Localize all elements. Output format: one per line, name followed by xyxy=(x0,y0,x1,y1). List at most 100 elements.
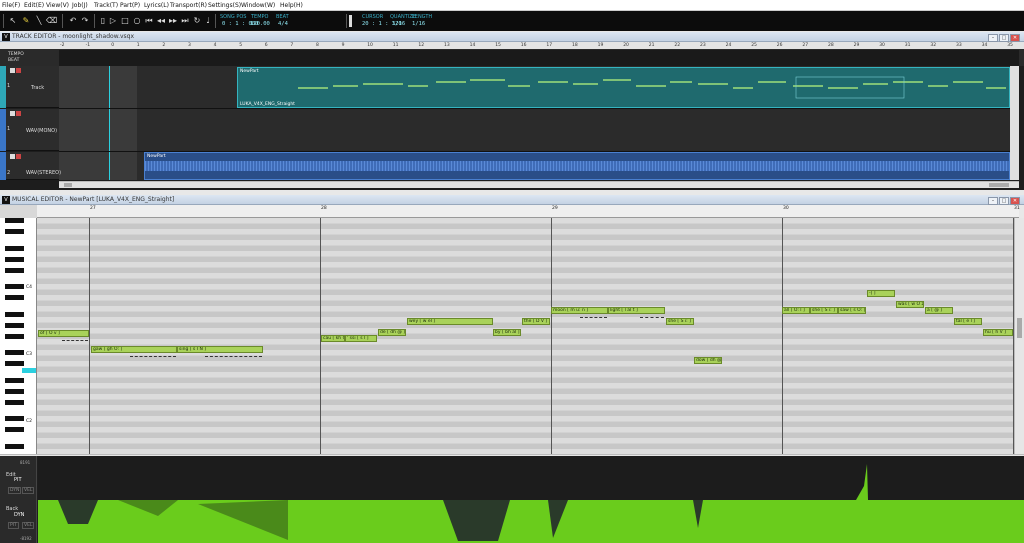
piano-roll-v-scrollbar[interactable] xyxy=(1014,218,1024,454)
menu-file[interactable]: File(F) xyxy=(2,2,20,9)
track-2-name[interactable]: WAV(MONO) xyxy=(26,128,57,134)
menu-job[interactable]: Job(J) xyxy=(72,2,88,9)
menu-settings[interactable]: Settings(S) xyxy=(208,2,241,9)
black-key[interactable] xyxy=(5,361,24,366)
mute-icon[interactable] xyxy=(10,111,15,116)
vel-button[interactable]: VEL xyxy=(22,487,35,494)
wav-part[interactable]: NewPart xyxy=(144,152,1010,180)
menu-window[interactable]: Window(W) xyxy=(241,2,275,9)
black-key[interactable] xyxy=(5,333,24,339)
loop-icon[interactable]: ↻ xyxy=(192,16,202,26)
close-button[interactable]: ✕ xyxy=(1010,34,1020,42)
note[interactable]: the [ D V ] xyxy=(522,318,550,325)
piano-roll[interactable] xyxy=(37,218,1019,454)
mute-icon[interactable] xyxy=(10,154,15,159)
beat-value[interactable]: 4/4 xyxy=(278,21,288,27)
record-icon[interactable]: ○ xyxy=(132,16,142,26)
note[interactable]: tal [ e l ] xyxy=(954,318,982,325)
scroll-thumb[interactable] xyxy=(1017,318,1022,338)
measure-ruler[interactable]: -2 -1 0 1 2 3 4 5 6 7 8 9 10 11 12 13 14 15 16 17 18 19 20 21 22… xyxy=(0,42,1024,49)
menu-lyrics[interactable]: Lyrics(L) xyxy=(144,2,169,9)
tempo-value[interactable]: 120.00 xyxy=(250,21,270,27)
minimize-button[interactable]: – xyxy=(988,34,998,42)
note[interactable]: light [ l aI t ] xyxy=(608,307,665,314)
minimize-button[interactable]: – xyxy=(988,197,998,205)
note[interactable]: gaw [ gh O: ] xyxy=(91,346,177,353)
black-key[interactable] xyxy=(5,350,24,355)
track-1-header[interactable]: 1 Track xyxy=(6,66,59,108)
black-key[interactable] xyxy=(5,256,24,262)
stop-icon[interactable]: □ xyxy=(120,16,130,26)
black-key[interactable] xyxy=(5,284,24,289)
black-key[interactable] xyxy=(5,427,24,432)
black-key[interactable] xyxy=(5,443,24,449)
note[interactable]: was [ w O z ] xyxy=(896,301,924,308)
note[interactable]: of [ O v ] xyxy=(38,330,89,337)
note[interactable]: cau [ kh O: ] xyxy=(321,335,345,342)
edit-param-select[interactable]: PIT xyxy=(14,477,22,483)
piano-keyboard[interactable]: C4 C3 C2 xyxy=(0,218,37,454)
pointer-icon[interactable]: ↖ xyxy=(8,16,18,26)
dyn-button[interactable]: DYN xyxy=(8,487,22,494)
note[interactable]: wey [ w eI ] xyxy=(407,318,493,325)
note[interactable]: dow [ dh @ ] xyxy=(694,357,722,364)
track-1-name[interactable]: Track xyxy=(31,85,44,91)
black-key[interactable] xyxy=(5,399,24,405)
maximize-button[interactable]: □ xyxy=(999,34,1009,42)
eraser-icon[interactable]: ⌫ xyxy=(46,16,57,26)
quantize-select[interactable]: 1/16 xyxy=(392,21,405,27)
black-key[interactable] xyxy=(5,295,24,300)
black-key[interactable] xyxy=(5,388,24,394)
black-key[interactable] xyxy=(5,311,24,317)
note[interactable]: -[ ] xyxy=(867,290,895,297)
vocal-part[interactable]: NewPart LUKA_V4X_ENG_Straight xyxy=(237,67,1010,108)
play-icon[interactable]: ▷ xyxy=(108,16,118,26)
solo-icon[interactable] xyxy=(16,111,21,116)
menu-view[interactable]: View(V) xyxy=(46,2,69,9)
mute-icon[interactable] xyxy=(10,68,15,73)
rewind-start-icon[interactable]: ⏮ xyxy=(144,16,154,26)
pit-button[interactable]: PIT xyxy=(8,522,19,529)
track-3-header[interactable]: 2 WAV(STEREO) xyxy=(6,152,61,180)
pencil-icon[interactable]: ✎ xyxy=(21,16,31,26)
tempo-beat-lane[interactable] xyxy=(59,50,1019,66)
black-key[interactable] xyxy=(5,218,24,223)
black-key[interactable] xyxy=(5,267,24,273)
note[interactable]: she [ S i: ] xyxy=(810,307,838,314)
line-icon[interactable]: ╲ xyxy=(34,16,44,26)
musical-editor-titlebar[interactable]: V MUSICAL EDITOR - NewPart [LUKA_V4X_ENG… xyxy=(0,195,1024,205)
track-2-header[interactable]: 1 WAV(MONO) xyxy=(6,109,59,151)
menu-help[interactable]: Help(H) xyxy=(280,2,303,9)
note[interactable]: saw [ s O: ] xyxy=(838,307,866,314)
close-button[interactable]: ✕ xyxy=(1010,197,1020,205)
solo-icon[interactable] xyxy=(16,154,21,159)
scroll-thumb[interactable] xyxy=(64,183,72,187)
undo-icon[interactable]: ↶ xyxy=(68,16,78,26)
menu-transport[interactable]: Transport(R) xyxy=(170,2,207,9)
forward-end-icon[interactable]: ⏭ xyxy=(180,16,190,26)
back-param-select[interactable]: DYN xyxy=(14,512,24,518)
bar-ruler[interactable]: 27 28 29 30 31 xyxy=(37,205,1020,218)
note[interactable]: by [ bh aI ] xyxy=(493,329,521,336)
length-select[interactable]: 1/16 xyxy=(412,21,425,27)
menu-part[interactable]: Part(P) xyxy=(120,2,140,9)
vel-back-button[interactable]: VEL xyxy=(22,522,35,529)
note[interactable]: ' ssi [ s I ] xyxy=(345,335,377,342)
cursor-tool-icon[interactable]: ▯ xyxy=(98,16,108,26)
black-key[interactable] xyxy=(5,377,24,383)
parameter-graph[interactable] xyxy=(38,456,1024,543)
note[interactable]: de [ dh @ ] xyxy=(378,329,406,336)
note[interactable]: she [ S i: ] xyxy=(666,318,694,325)
track-h-scrollbar[interactable] xyxy=(59,181,1019,188)
menu-track[interactable]: Track(T) xyxy=(94,2,118,9)
black-key[interactable] xyxy=(5,245,24,251)
maximize-button[interactable]: □ xyxy=(999,197,1009,205)
note[interactable]: a [ @ ] xyxy=(925,307,953,314)
solo-icon[interactable] xyxy=(16,68,21,73)
black-key[interactable] xyxy=(5,322,24,328)
note[interactable]: sing [ s I N ] xyxy=(177,346,263,353)
metronome-icon[interactable]: ♩ xyxy=(203,16,213,26)
redo-icon[interactable]: ↷ xyxy=(80,16,90,26)
track-3-name[interactable]: WAV(STEREO) xyxy=(26,170,61,176)
forward-icon[interactable]: ▸▸ xyxy=(168,16,178,26)
